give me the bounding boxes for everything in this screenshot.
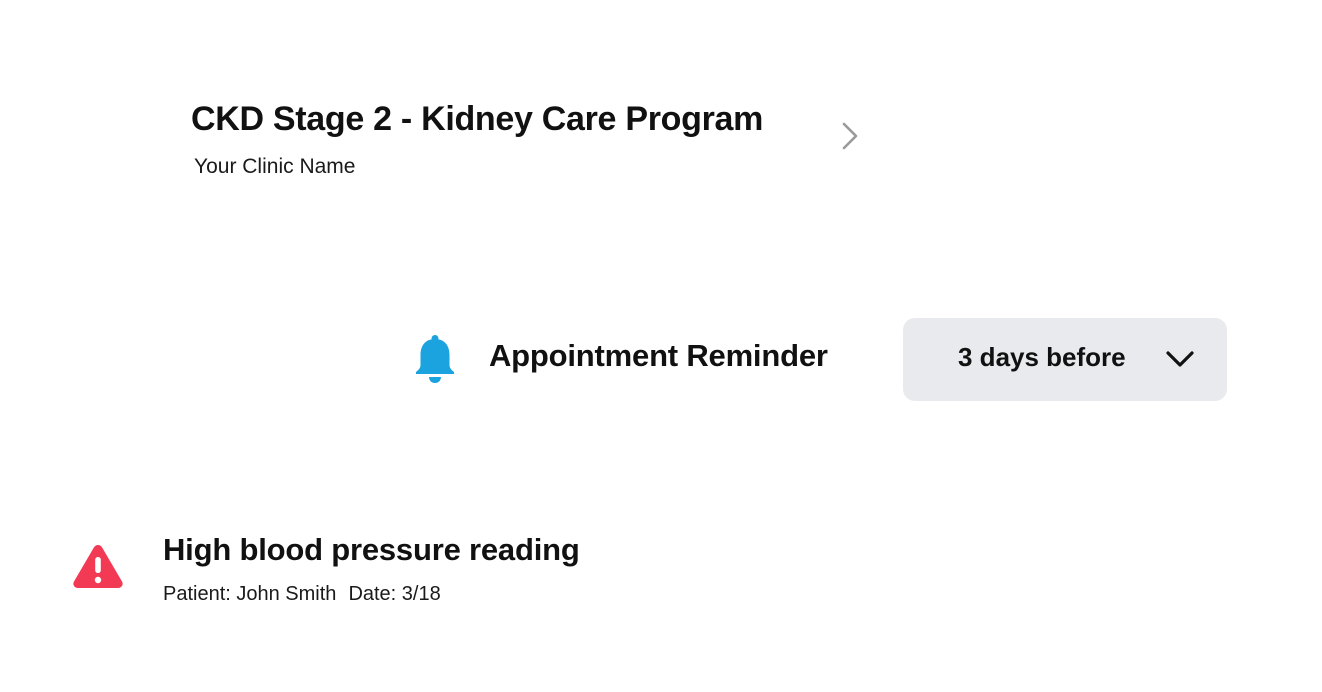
bell-icon [416, 335, 454, 383]
appointment-reminder-row: Appointment Reminder 3 days before [412, 318, 1228, 402]
program-card[interactable]: CKD Stage 2 - Kidney Care Program Your C… [190, 96, 870, 188]
clinic-name: Your Clinic Name [194, 155, 356, 178]
alert-patient: Patient: John Smith [163, 583, 337, 605]
alert-date: Date: 3/18 [348, 583, 441, 605]
alert-item[interactable]: High blood pressure reading Patient: Joh… [72, 528, 672, 618]
chevron-right-icon[interactable] [838, 122, 862, 150]
chevron-down-icon [1166, 351, 1194, 367]
warning-icon [73, 545, 123, 588]
reminder-label: Appointment Reminder [489, 338, 828, 373]
alert-meta: Patient: John Smith Date: 3/18 [163, 583, 441, 606]
page: CKD Stage 2 - Kidney Care Program Your C… [0, 0, 1322, 692]
alert-title: High blood pressure reading [163, 532, 580, 567]
reminder-timing-value: 3 days before [958, 342, 1126, 372]
program-title: CKD Stage 2 - Kidney Care Program [191, 100, 764, 138]
reminder-timing-dropdown[interactable]: 3 days before [903, 318, 1227, 401]
